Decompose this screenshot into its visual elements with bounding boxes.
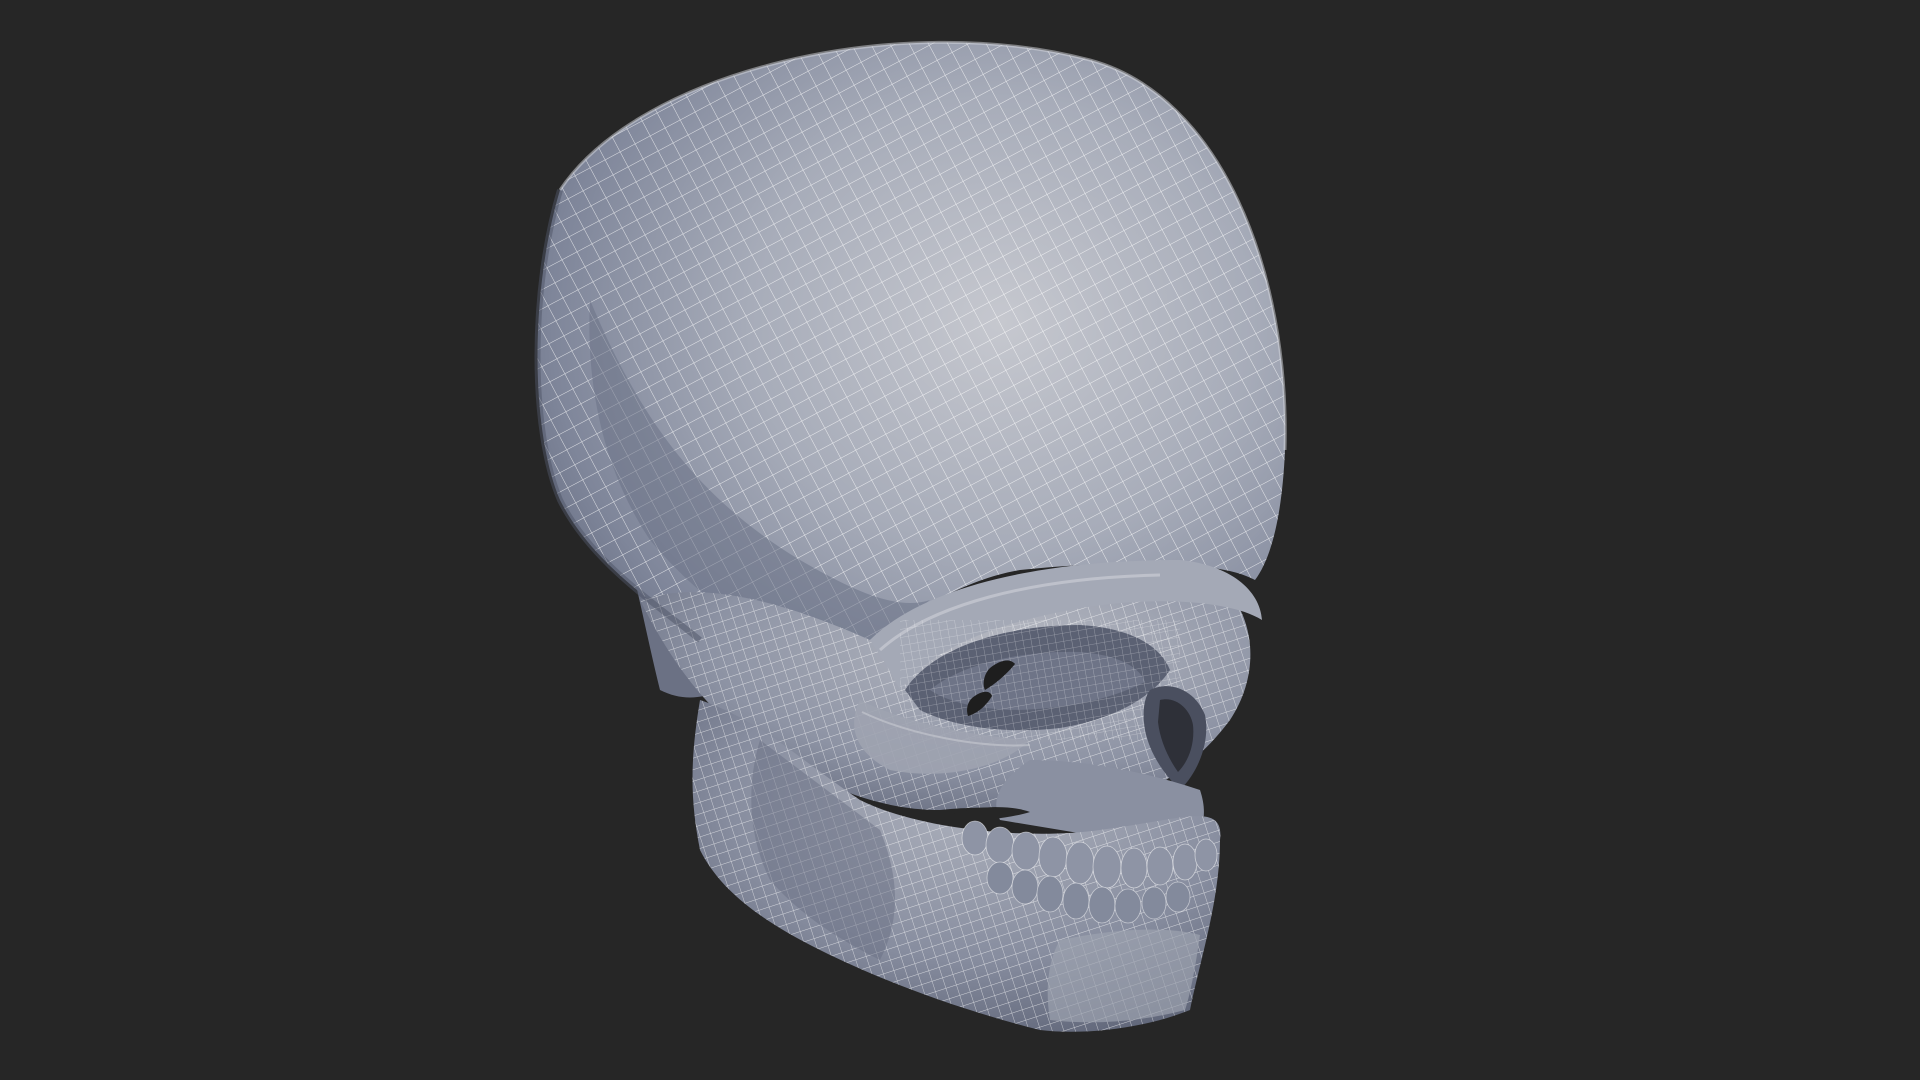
skull-render — [0, 0, 1920, 1080]
render-viewport — [0, 0, 1920, 1080]
